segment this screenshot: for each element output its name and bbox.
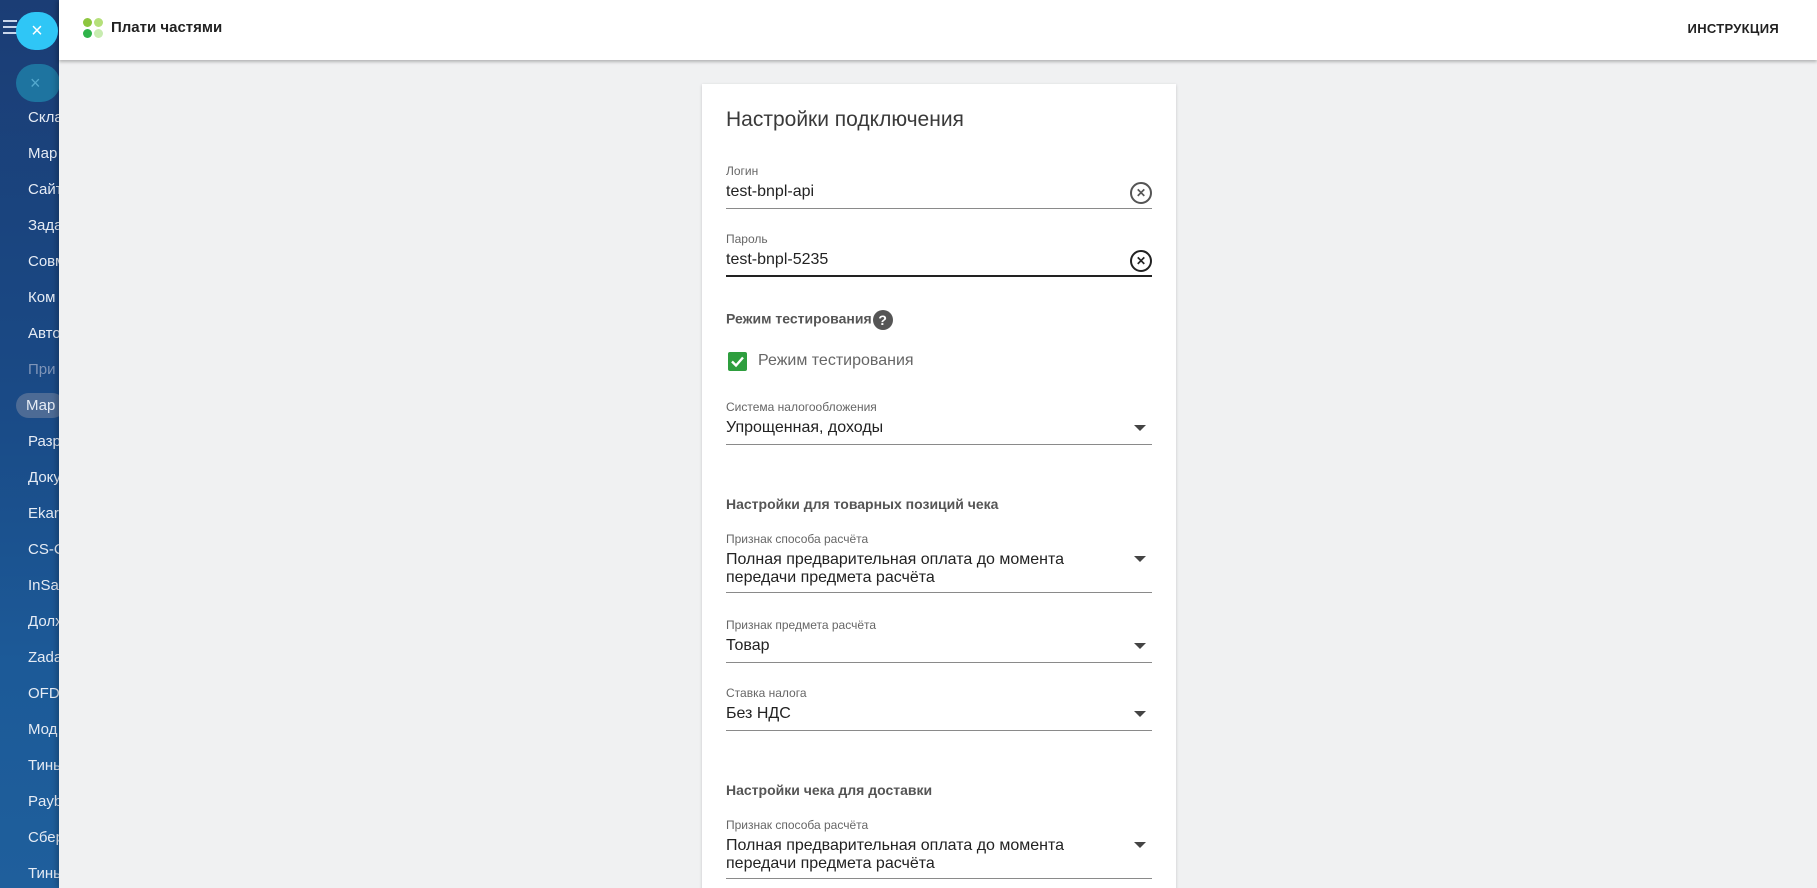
sidebar-item[interactable]: Тинь: [0, 856, 60, 888]
sidebar-item-label: Доку: [28, 469, 60, 486]
sidebar-item[interactable]: Мар: [0, 136, 60, 172]
delivery-payment-method-value: Полная предварительная оплата до момента…: [726, 837, 1065, 872]
sidebar-item[interactable]: Сбер: [0, 820, 60, 856]
sidebar-item[interactable]: CS-C: [0, 532, 60, 568]
tax-system-label: Система налогообложения: [726, 400, 877, 414]
sidebar-menu: Скла Мар Сайт Зада Совм Ком Авто При Мар Разр Доку…: [0, 100, 60, 888]
password-field[interactable]: Пароль test-bnpl-5235 ✕: [726, 232, 1152, 277]
payment-object-select[interactable]: Признак предмета расчёта Товар: [726, 618, 1152, 663]
sidebar-item-label: Разр: [28, 433, 60, 450]
clear-login-icon[interactable]: ✕: [1130, 182, 1152, 204]
sidebar-item[interactable]: Мод: [0, 712, 60, 748]
sidebar-item[interactable]: Тинь: [0, 748, 60, 784]
password-label: Пароль: [726, 232, 768, 246]
sidebar-item-label: Авто: [28, 325, 60, 342]
top-bar: Плати частями ИНСТРУКЦИЯ: [59, 0, 1817, 60]
sidebar-item[interactable]: Доку: [0, 460, 60, 496]
delivery-payment-method-select[interactable]: Признак способа расчёта Полная предварит…: [726, 818, 1152, 879]
sidebar-item[interactable]: Долх: [0, 604, 60, 640]
test-mode-heading-text: Режим тестирования: [726, 310, 872, 327]
tax-rate-value: Без НДС: [726, 705, 791, 722]
tax-system-value: Упрощенная, доходы: [726, 419, 884, 436]
test-mode-checkbox[interactable]: [728, 352, 747, 371]
sidebar-item-label: OFD: [28, 685, 60, 702]
sidebar-item-label: Мод: [28, 721, 58, 738]
sidebar-item-label: Тинь: [28, 865, 60, 882]
sidebar-item-label: Зада: [28, 217, 60, 234]
chevron-down-icon[interactable]: [1134, 556, 1146, 562]
instructions-link[interactable]: ИНСТРУКЦИЯ: [1688, 21, 1779, 36]
help-icon[interactable]: ?: [872, 310, 893, 330]
logo-icon: [83, 18, 103, 38]
login-label: Логин: [726, 164, 759, 178]
login-input[interactable]: test-bnpl-api: [726, 183, 814, 201]
test-mode-checkbox-label[interactable]: Режим тестирования: [758, 352, 914, 370]
sidebar-item[interactable]: Сайт: [0, 172, 60, 208]
page-title: Настройки подключения: [726, 108, 964, 131]
sidebar-item[interactable]: Скла: [0, 100, 60, 136]
close-icon-shadow: ×: [16, 64, 60, 102]
sidebar-item-label: Скла: [28, 109, 60, 126]
sidebar-item[interactable]: InSa: [0, 568, 60, 604]
sidebar-item-label: Мар: [28, 145, 58, 162]
delivery-payment-method-label: Признак способа расчёта: [726, 818, 869, 832]
sidebar-item[interactable]: Авто: [0, 316, 60, 352]
password-input[interactable]: test-bnpl-5235: [726, 251, 828, 269]
sidebar-item[interactable]: Мар: [0, 388, 60, 424]
chevron-down-icon[interactable]: [1134, 842, 1146, 848]
payment-object-value: Товар: [726, 637, 770, 654]
sidebar-item[interactable]: Zada: [0, 640, 60, 676]
sidebar-item-label: Ekar: [28, 505, 59, 522]
items-section-heading: Настройки для товарных позиций чека: [726, 496, 999, 512]
sidebar-item[interactable]: Разр: [0, 424, 60, 460]
sidebar-item-label: Тинь: [28, 757, 60, 774]
clear-password-icon[interactable]: ✕: [1130, 250, 1152, 272]
sidebar-item[interactable]: Payb: [0, 784, 60, 820]
slider-panel: Плати частями ИНСТРУКЦИЯ Настройки подкл…: [59, 0, 1817, 888]
items-payment-method-label: Признак способа расчёта: [726, 532, 869, 546]
items-payment-method-select[interactable]: Признак способа расчёта Полная предварит…: [726, 532, 1152, 593]
sidebar-item-label: Сбер: [28, 829, 60, 846]
tax-rate-select[interactable]: Ставка налога Без НДС: [726, 686, 1152, 731]
sidebar-item[interactable]: Ekar: [0, 496, 60, 532]
login-field[interactable]: Логин test-bnpl-api ✕: [726, 164, 1152, 209]
chevron-down-icon[interactable]: [1134, 425, 1146, 431]
sidebar-item[interactable]: Ком: [0, 280, 60, 316]
chevron-down-icon[interactable]: [1134, 643, 1146, 649]
app-title: Плати частями: [111, 19, 223, 36]
sidebar-item-label: Ком: [28, 289, 56, 306]
sidebar-item-label: InSa: [28, 577, 59, 594]
sidebar-item-label: Payb: [28, 793, 60, 810]
sidebar-item[interactable]: При: [0, 352, 60, 388]
tax-system-select[interactable]: Система налогообложения Упрощенная, дохо…: [726, 400, 1152, 445]
sidebar-item-label: CS-C: [28, 541, 60, 558]
test-mode-heading: Режим тестирования?: [726, 310, 893, 330]
delivery-section-heading: Настройки чека для доставки: [726, 782, 933, 798]
settings-card: Настройки подключения Логин test-bnpl-ap…: [702, 84, 1176, 888]
menu-icon[interactable]: [3, 20, 17, 38]
chevron-down-icon[interactable]: [1134, 711, 1146, 717]
sidebar-item[interactable]: OFD: [0, 676, 60, 712]
sidebar-item-label: При: [28, 361, 56, 378]
tax-rate-label: Ставка налога: [726, 686, 807, 700]
sidebar-item-label: Сайт: [28, 181, 60, 198]
payment-object-label: Признак предмета расчёта: [726, 618, 877, 632]
items-payment-method-value: Полная предварительная оплата до момента…: [726, 551, 1065, 586]
sidebar-item-label: Zada: [28, 649, 60, 666]
background-sidebar: × Скла Мар Сайт Зада Совм Ком Авто При Мар Разр До…: [0, 0, 60, 888]
sidebar-item-label: Мар: [16, 393, 60, 418]
close-slider-button[interactable]: ×: [16, 12, 58, 50]
sidebar-item[interactable]: Совм: [0, 244, 60, 280]
sidebar-item-label: Совм: [28, 253, 60, 270]
sidebar-item-label: Долх: [28, 613, 60, 630]
sidebar-item[interactable]: Зада: [0, 208, 60, 244]
